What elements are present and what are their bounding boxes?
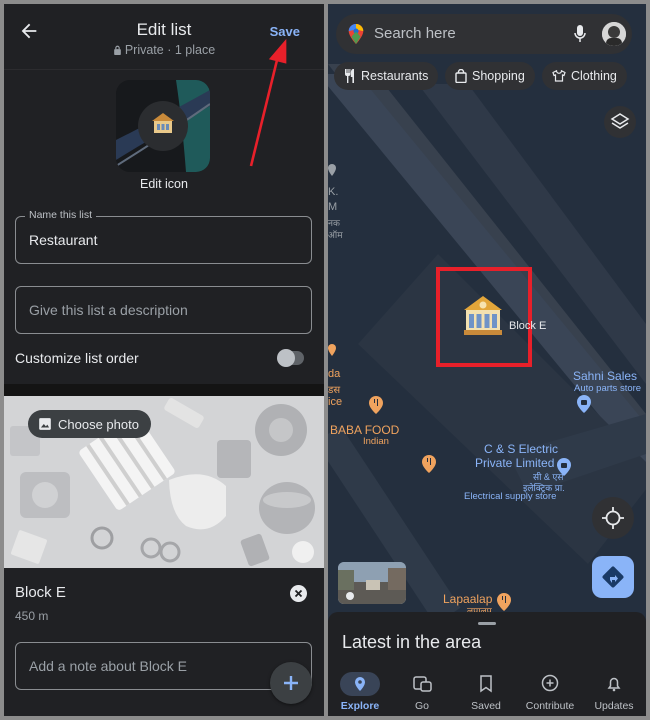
nav-label: Saved: [471, 700, 501, 712]
list-name-legend: Name this list: [25, 209, 97, 221]
map-label-block-e: Block E: [509, 320, 547, 332]
section-divider: [4, 384, 324, 396]
bottom-navigation: Explore Go Saved Contribute Updates: [328, 668, 646, 716]
map-layers-button[interactable]: [604, 106, 636, 138]
description-field[interactable]: Give this list a description: [15, 286, 312, 334]
nav-explore[interactable]: Explore: [328, 672, 392, 712]
restaurant-pin-icon[interactable]: [369, 396, 383, 414]
google-maps-pin-icon: [348, 24, 364, 44]
shopping-bag-icon: [455, 69, 467, 83]
nav-saved[interactable]: Saved: [454, 672, 518, 712]
image-icon: [39, 418, 51, 430]
street-view-photo: [338, 562, 406, 604]
chip-clothing[interactable]: Clothing: [542, 62, 627, 90]
list-name-field[interactable]: Name this list Restaurant: [15, 209, 312, 264]
map-label-cs-type: Electrical supply store: [464, 491, 557, 502]
shopping-pin-icon[interactable]: [577, 395, 591, 413]
map-panel: Search here Restaurants Shopping Clothin…: [328, 4, 646, 716]
chip-label: Restaurants: [361, 69, 429, 83]
description-placeholder: Give this list a description: [29, 302, 188, 318]
latest-in-area-title: Latest in the area: [342, 632, 482, 652]
nav-label: Contribute: [525, 700, 575, 712]
layers-icon: [610, 113, 630, 129]
chip-restaurants[interactable]: Restaurants: [334, 62, 439, 90]
map-label-cs-electric-2: Private Limited: [475, 456, 555, 470]
street-view-thumbnail[interactable]: [338, 562, 406, 604]
toggle-knob: [277, 349, 295, 367]
directions-button[interactable]: [592, 556, 634, 598]
place-distance: 450 m: [15, 609, 49, 623]
nav-label: Go: [414, 700, 429, 712]
nav-contribute[interactable]: Contribute: [518, 672, 582, 712]
map-label-baba-type: Indian: [363, 436, 389, 447]
commute-icon: [402, 672, 442, 696]
annotation-arrow: [249, 38, 287, 167]
sheet-drag-handle[interactable]: [478, 622, 496, 625]
map-label-left-2: M: [328, 201, 338, 213]
map-label-left-6: डस: [328, 385, 341, 396]
bookmark-icon: [466, 672, 506, 696]
add-circle-icon: [530, 672, 570, 696]
avatar-photo: [602, 22, 626, 46]
map-label-sahni-sales: Sahni Sales: [573, 369, 638, 383]
search-placeholder: Search here: [374, 25, 456, 42]
nav-label: Explore: [340, 700, 380, 712]
nav-updates[interactable]: Updates: [582, 672, 646, 712]
customize-order-toggle[interactable]: [277, 349, 304, 367]
bottom-sheet[interactable]: Latest in the area Explore Go Saved Cont…: [328, 612, 646, 716]
building-icon[interactable]: [460, 292, 506, 338]
microphone-icon[interactable]: [574, 25, 586, 43]
choose-photo-label: Choose photo: [58, 416, 139, 432]
nav-go[interactable]: Go: [390, 672, 454, 712]
note-placeholder: Add a note about Block E: [29, 658, 187, 674]
restaurant-icon: [345, 69, 354, 83]
place-pin-icon: [328, 164, 336, 176]
add-place-button[interactable]: [270, 662, 312, 704]
nav-label: Updates: [594, 700, 634, 712]
chip-shopping[interactable]: Shopping: [445, 62, 535, 90]
bell-icon: [594, 672, 634, 696]
explore-pin-icon: [340, 672, 380, 696]
map-label-left-7: ice: [328, 396, 343, 408]
list-name-value: Restaurant: [29, 232, 98, 248]
screenshot-frame: Edit list Private · 1 place Save Edit ic…: [0, 0, 650, 720]
customize-order-label: Customize list order: [15, 350, 139, 366]
note-field[interactable]: Add a note about Block E: [15, 642, 312, 690]
map-label-left-4: ऑम: [328, 230, 343, 240]
crosshair-icon: [602, 507, 624, 529]
place-name: Block E: [15, 584, 66, 601]
chip-label: Clothing: [571, 69, 617, 83]
search-bar[interactable]: Search here: [336, 14, 632, 54]
map-label-sahni-type: Auto parts store: [574, 383, 642, 394]
map-canvas[interactable]: Search here Restaurants Shopping Clothin…: [328, 4, 646, 625]
my-location-button[interactable]: [592, 497, 634, 539]
chip-label: Shopping: [472, 69, 525, 83]
map-label-cs-electric-1: C & S Electric: [484, 442, 559, 456]
plus-icon: [284, 676, 298, 690]
map-label-baba-food: BABA FOOD: [330, 423, 400, 437]
choose-photo-button[interactable]: Choose photo: [28, 410, 151, 438]
food-pin-icon: [328, 344, 336, 356]
remove-place-button[interactable]: [290, 585, 307, 602]
place-photo-placeholder[interactable]: Choose photo: [4, 396, 324, 568]
directions-icon: [602, 566, 624, 588]
map-label-left-5: da: [328, 368, 341, 380]
account-avatar[interactable]: [602, 22, 626, 46]
shopping-pin-icon[interactable]: [557, 458, 571, 476]
restaurant-pin-icon[interactable]: [497, 593, 511, 611]
shirt-icon: [552, 70, 566, 82]
map-label-left-1: K.: [328, 186, 339, 198]
close-icon: [294, 589, 303, 598]
restaurant-pin-icon[interactable]: [422, 455, 436, 473]
